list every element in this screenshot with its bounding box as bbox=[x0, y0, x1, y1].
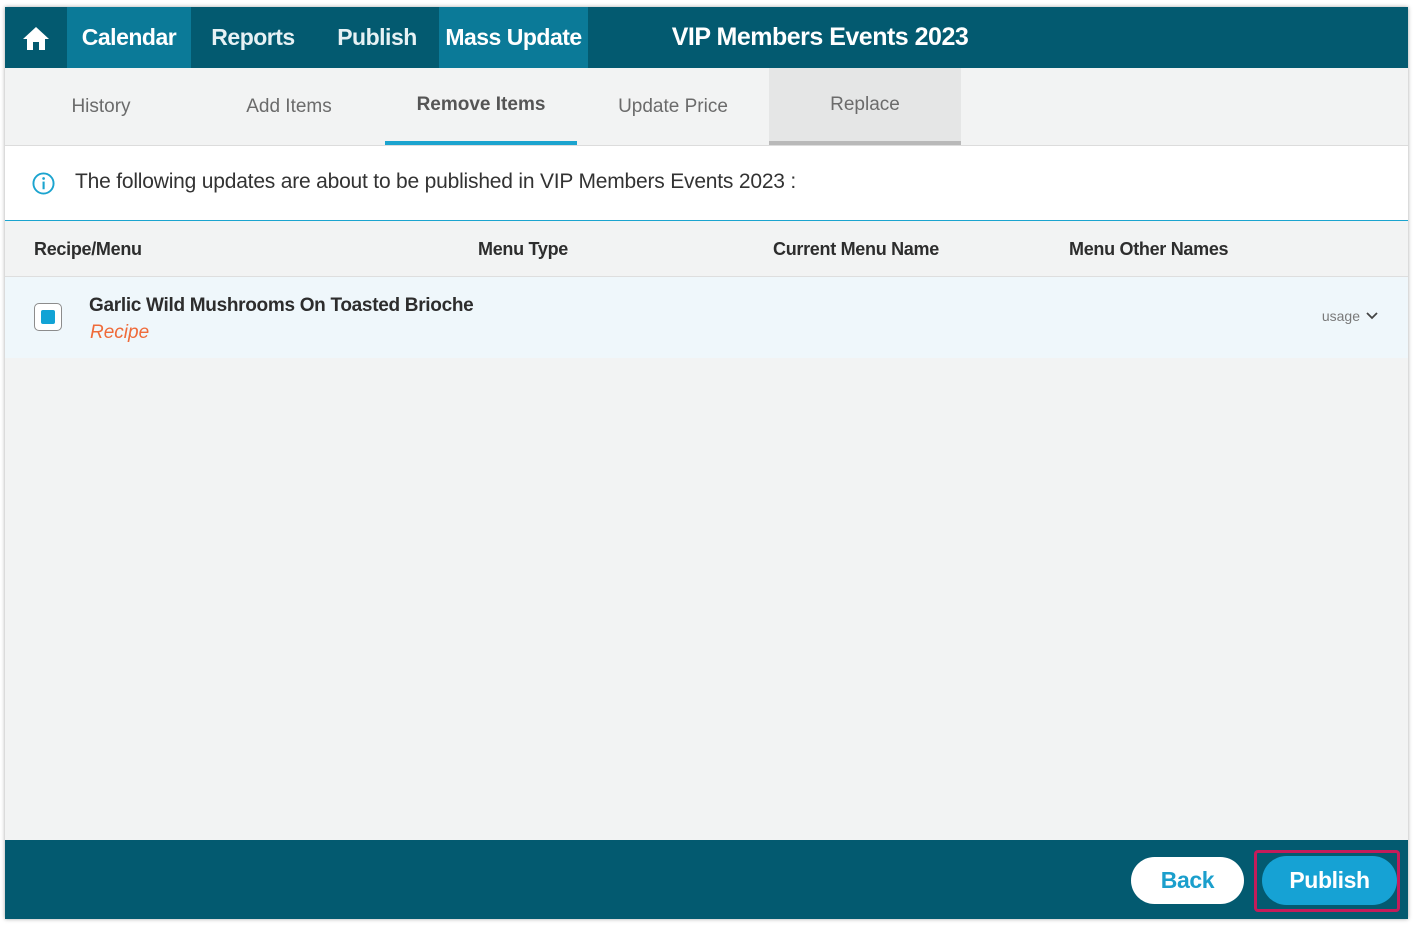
top-navigation: Calendar Reports Publish Mass Update VIP… bbox=[5, 7, 1408, 68]
nav-calendar[interactable]: Calendar bbox=[67, 7, 191, 68]
column-current-menu-name: Current Menu Name bbox=[773, 239, 939, 259]
row-checkbox[interactable] bbox=[34, 303, 62, 331]
app-window: Calendar Reports Publish Mass Update VIP… bbox=[5, 7, 1408, 919]
tab-remove-items[interactable]: Remove Items bbox=[385, 68, 577, 145]
usage-toggle[interactable]: usage bbox=[1322, 308, 1378, 324]
info-message: The following updates are about to be pu… bbox=[75, 170, 797, 193]
nav-mass-update[interactable]: Mass Update bbox=[439, 7, 588, 68]
tab-history[interactable]: History bbox=[5, 68, 197, 145]
column-recipe-menu: Recipe/Menu bbox=[34, 239, 142, 259]
tab-replace[interactable]: Replace bbox=[769, 68, 961, 145]
info-banner: The following updates are about to be pu… bbox=[5, 146, 1408, 221]
checkbox-checked-mark bbox=[41, 310, 55, 324]
column-menu-other-names: Menu Other Names bbox=[1069, 239, 1229, 259]
nav-reports[interactable]: Reports bbox=[191, 7, 315, 68]
tab-add-items[interactable]: Add Items bbox=[193, 68, 385, 145]
page-title: VIP Members Events 2023 bbox=[671, 23, 969, 51]
column-menu-type: Menu Type bbox=[478, 239, 568, 259]
back-button[interactable]: Back bbox=[1131, 857, 1244, 904]
item-name: Garlic Wild Mushrooms On Toasted Brioche bbox=[89, 295, 474, 316]
nav-publish[interactable]: Publish bbox=[315, 7, 439, 68]
table-header: Recipe/Menu Menu Type Current Menu Name … bbox=[5, 222, 1408, 277]
subtab-bar: History Add Items Remove Items Update Pr… bbox=[5, 68, 1408, 146]
item-type: Recipe bbox=[90, 322, 150, 343]
publish-button[interactable]: Publish bbox=[1262, 856, 1397, 905]
info-icon bbox=[32, 172, 55, 195]
home-button[interactable] bbox=[5, 7, 67, 68]
tab-update-price[interactable]: Update Price bbox=[577, 68, 769, 145]
home-icon bbox=[23, 26, 49, 50]
usage-label: usage bbox=[1321, 308, 1360, 324]
table-row: Garlic Wild Mushrooms On Toasted Brioche… bbox=[5, 277, 1408, 358]
footer-bar: Back Publish bbox=[5, 840, 1408, 919]
chevron-down-icon bbox=[1366, 312, 1378, 320]
